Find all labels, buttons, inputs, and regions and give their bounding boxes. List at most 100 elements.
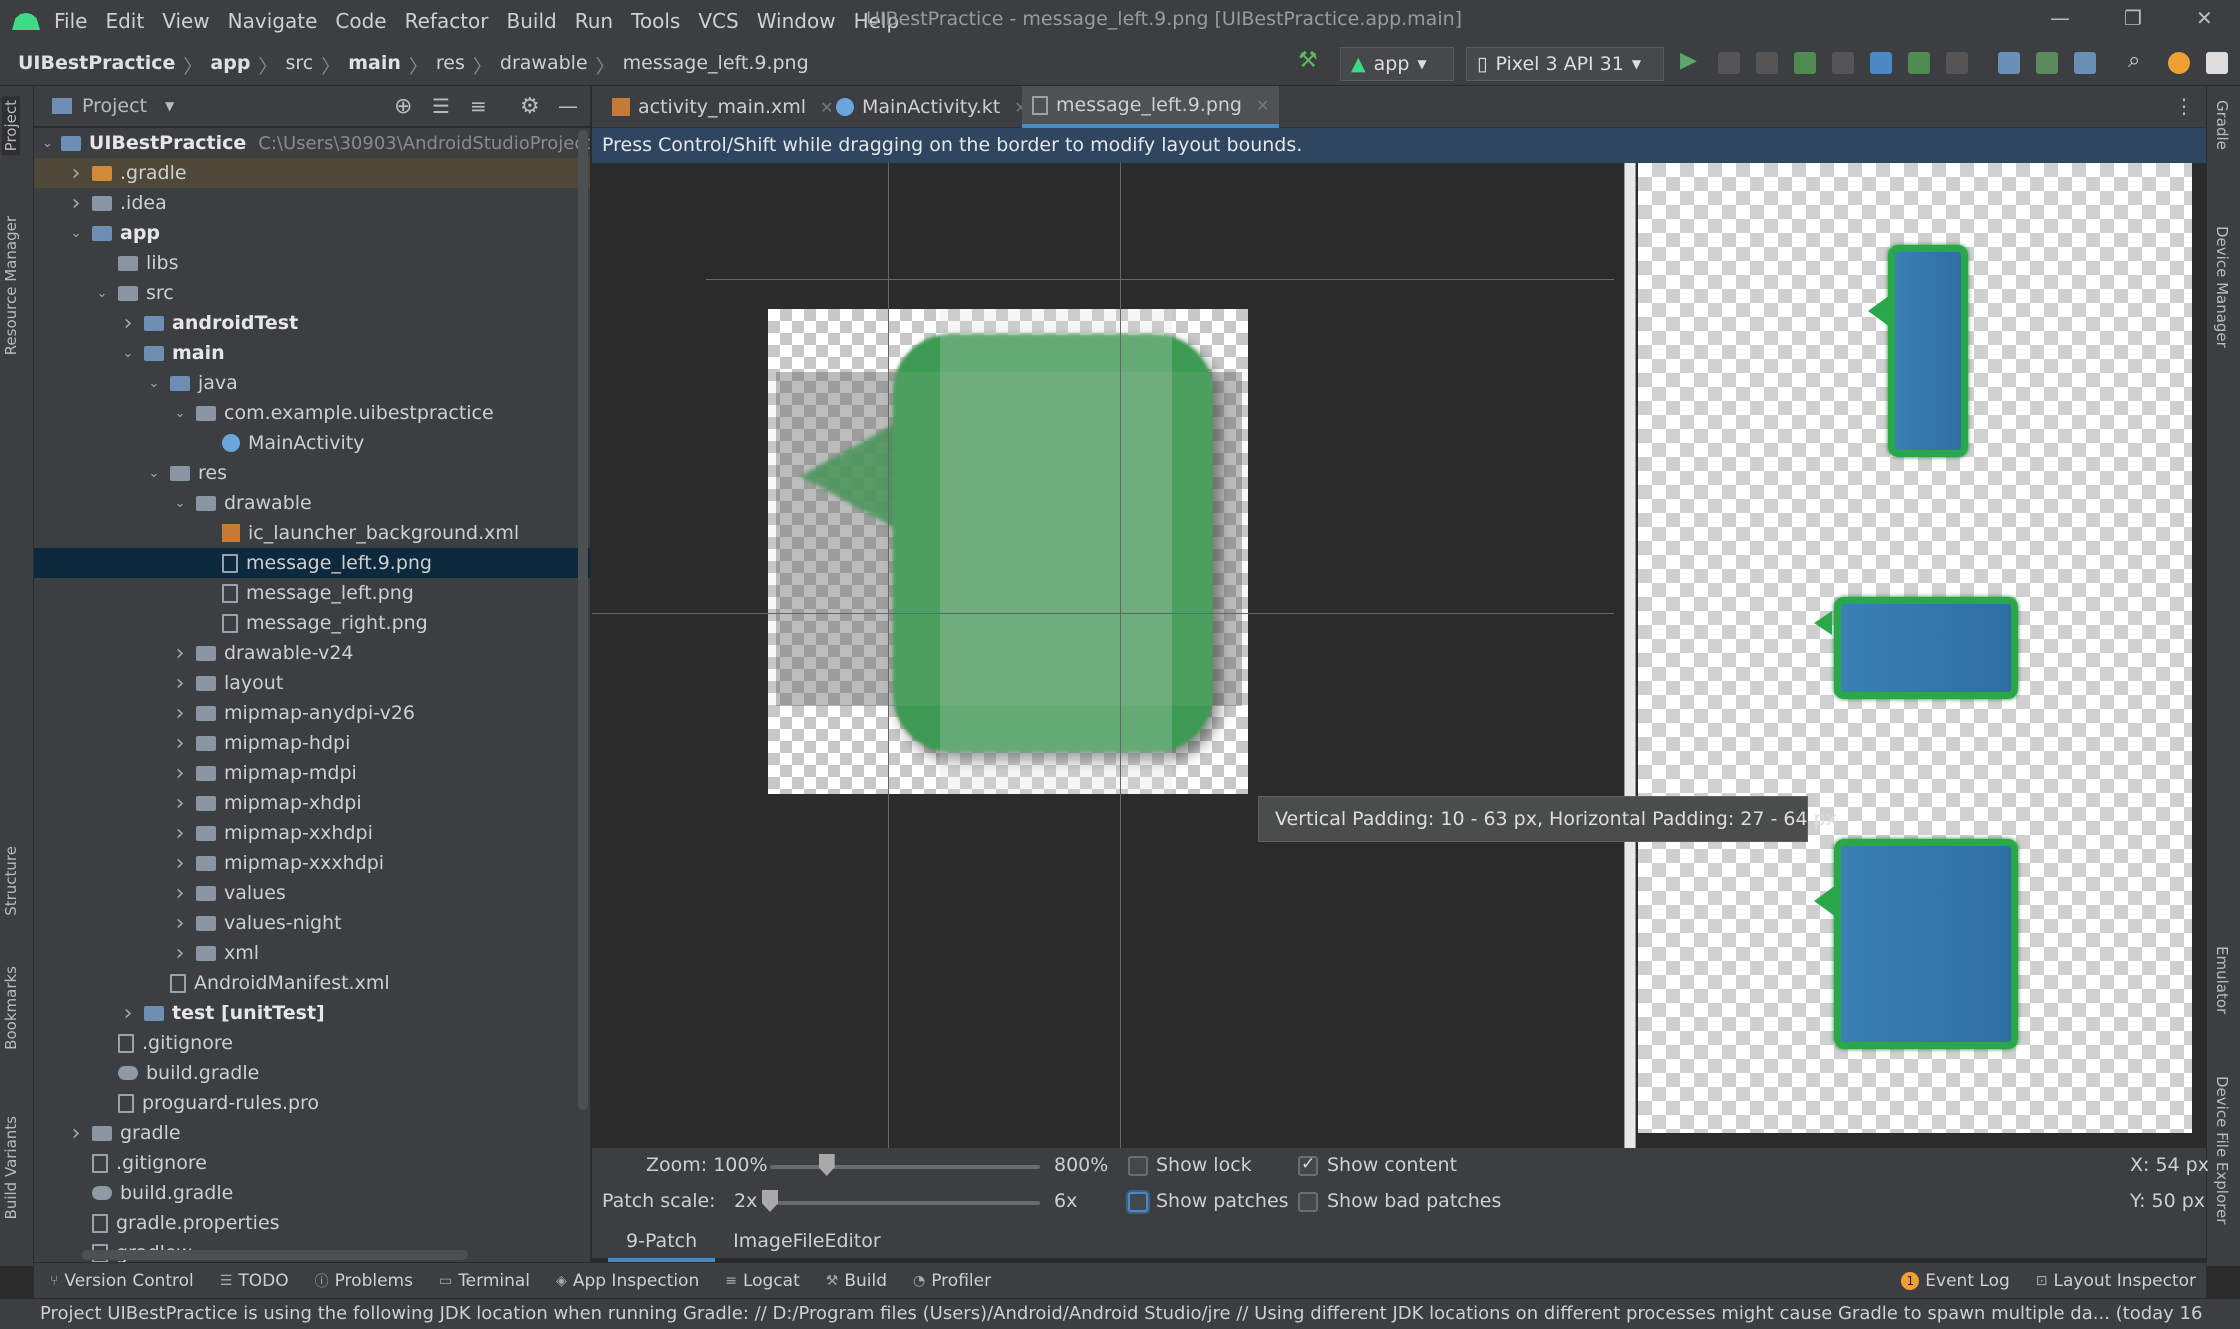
tree-item[interactable]: › mipmap-anydpi-v26 [34, 698, 590, 728]
tree-item[interactable]: › xml [34, 938, 590, 968]
breadcrumb-main[interactable]: main [348, 52, 401, 79]
menu-run[interactable]: Run [575, 9, 613, 33]
editor-tab[interactable]: message_left.9.png ✕ [1022, 86, 1280, 128]
tree-item[interactable]: message_left.png [34, 578, 590, 608]
tree-item[interactable]: › androidTest [34, 308, 590, 338]
debug-attach-icon[interactable] [1908, 52, 1930, 74]
tree-item[interactable]: › layout [34, 668, 590, 698]
editor-tab[interactable]: activity_main.xml ✕ [602, 86, 843, 128]
tree-item[interactable]: › values [34, 878, 590, 908]
tree-item[interactable]: › mipmap-xhdpi [34, 788, 590, 818]
close-tab-icon[interactable]: ✕ [1256, 96, 1269, 115]
tree-item[interactable]: .gitignore [34, 1148, 590, 1178]
tree-vertical-scrollbar[interactable] [578, 130, 588, 1110]
tab-device-file-explorer[interactable]: Device File Explorer [2213, 1076, 2231, 1224]
chevron-right-icon[interactable]: › [172, 911, 188, 936]
more-icon[interactable]: ⋮ [2174, 94, 2194, 118]
chevron-right-icon[interactable]: › [172, 671, 188, 696]
run-config-select[interactable]: ▲ app ▼ [1340, 47, 1454, 81]
tab-resource-manager[interactable]: Resource Manager [2, 216, 20, 355]
chevron-right-icon[interactable]: › [172, 881, 188, 906]
tree-item[interactable]: › drawable-v24 [34, 638, 590, 668]
debug-icon[interactable] [1794, 52, 1816, 74]
tree-item[interactable]: message_left.9.png [34, 548, 590, 578]
chevron-down-icon[interactable]: ⌄ [94, 286, 110, 301]
tree-item[interactable]: › mipmap-hdpi [34, 728, 590, 758]
todo-button[interactable]: ☰ TODO [220, 1271, 289, 1291]
attach-debugger-icon[interactable] [1832, 52, 1854, 74]
expand-all-icon[interactable]: ☰ [432, 94, 450, 118]
tree-item[interactable]: › gradle [34, 1118, 590, 1148]
breadcrumb-res[interactable]: res [436, 52, 465, 79]
build-button[interactable]: ⚒ Build [826, 1271, 887, 1291]
tree-item[interactable]: MainActivity [34, 428, 590, 458]
menu-navigate[interactable]: Navigate [228, 9, 318, 33]
chevron-right-icon[interactable]: › [172, 701, 188, 726]
chevron-right-icon[interactable]: › [172, 731, 188, 756]
tab-image-file-editor[interactable]: ImageFileEditor [715, 1224, 899, 1262]
breadcrumb-module[interactable]: app [210, 52, 250, 79]
run-icon[interactable]: ▶ [1680, 48, 1702, 73]
tab-nine-patch[interactable]: 9-Patch [608, 1224, 716, 1262]
show-patches-checkbox[interactable] [1128, 1192, 1148, 1212]
chevron-right-icon[interactable]: › [68, 191, 84, 216]
menu-edit[interactable]: Edit [105, 9, 144, 33]
tree-item[interactable]: ⌄ res [34, 458, 590, 488]
breadcrumb-project[interactable]: UIBestPractice [18, 52, 175, 79]
apply-changes-icon[interactable] [1718, 52, 1740, 74]
chevron-right-icon[interactable]: › [120, 1001, 136, 1026]
show-bad-patches-checkbox[interactable] [1298, 1192, 1318, 1212]
chevron-down-icon[interactable]: ⌄ [42, 136, 53, 151]
tree-item[interactable]: › mipmap-xxxhdpi [34, 848, 590, 878]
editor-tab[interactable]: MainActivity.kt ✕ [826, 86, 1038, 128]
chevron-right-icon[interactable]: › [172, 761, 188, 786]
sync-gradle-icon[interactable] [1998, 52, 2020, 74]
patch-scale-thumb[interactable] [762, 1190, 778, 1212]
tree-item[interactable]: › mipmap-mdpi [34, 758, 590, 788]
breadcrumb-file[interactable]: message_left.9.png [623, 52, 809, 79]
chevron-right-icon[interactable]: › [120, 311, 136, 336]
chevron-right-icon[interactable]: › [68, 161, 84, 186]
tab-device-manager[interactable]: Device Manager [2213, 226, 2231, 348]
chevron-right-icon[interactable]: › [172, 851, 188, 876]
account-icon[interactable] [2206, 52, 2228, 74]
chevron-down-icon[interactable]: ⌄ [146, 376, 162, 391]
tab-build-variants[interactable]: Build Variants [2, 1116, 20, 1219]
chevron-right-icon[interactable]: › [172, 941, 188, 966]
menu-view[interactable]: View [162, 9, 209, 33]
tree-item[interactable]: ⌄ main [34, 338, 590, 368]
guide-line-right[interactable] [1120, 163, 1121, 1148]
status-message[interactable]: Project UIBestPractice is using the foll… [40, 1303, 2202, 1324]
tab-emulator[interactable]: Emulator [2213, 946, 2231, 1014]
tree-item[interactable]: proguard-rules.pro [34, 1088, 590, 1118]
menu-tools[interactable]: Tools [631, 9, 680, 33]
tree-item[interactable]: ⌄ app [34, 218, 590, 248]
minimize-icon[interactable]: — [2050, 6, 2070, 30]
tab-project[interactable]: Project [2, 96, 20, 156]
menu-window[interactable]: Window [757, 9, 836, 33]
zoom-slider-thumb[interactable] [818, 1154, 835, 1176]
tree-item[interactable]: .gitignore [34, 1028, 590, 1058]
tree-item[interactable]: › values-night [34, 908, 590, 938]
chevron-right-icon[interactable]: › [172, 641, 188, 666]
menu-vcs[interactable]: VCS [698, 9, 738, 33]
device-manager-icon[interactable] [2036, 52, 2058, 74]
tree-horizontal-scrollbar[interactable] [82, 1250, 468, 1260]
problems-button[interactable]: ⓘ Problems [315, 1271, 413, 1291]
tree-item[interactable]: › .gradle [34, 158, 590, 188]
tree-item[interactable]: ⌄ UIBestPractice C:\Users\30903\AndroidStu… [34, 128, 590, 158]
menu-refactor[interactable]: Refactor [405, 9, 489, 33]
tree-item[interactable]: message_right.png [34, 608, 590, 638]
tab-bookmarks[interactable]: Bookmarks [2, 966, 20, 1050]
tree-item[interactable]: build.gradle [34, 1178, 590, 1208]
zoom-slider[interactable] [770, 1165, 1040, 1169]
menu-code[interactable]: Code [335, 9, 386, 33]
sdk-manager-icon[interactable] [2074, 52, 2096, 74]
chevron-down-icon[interactable]: ⌄ [172, 496, 188, 511]
guide-line-bottom[interactable] [592, 613, 1614, 614]
collapse-all-icon[interactable]: ≡ [470, 94, 487, 118]
chevron-right-icon[interactable]: › [68, 1121, 84, 1146]
hide-icon[interactable]: — [558, 94, 578, 118]
tree-item[interactable]: AndroidManifest.xml [34, 968, 590, 998]
chevron-down-icon[interactable]: ▼ [165, 99, 174, 113]
